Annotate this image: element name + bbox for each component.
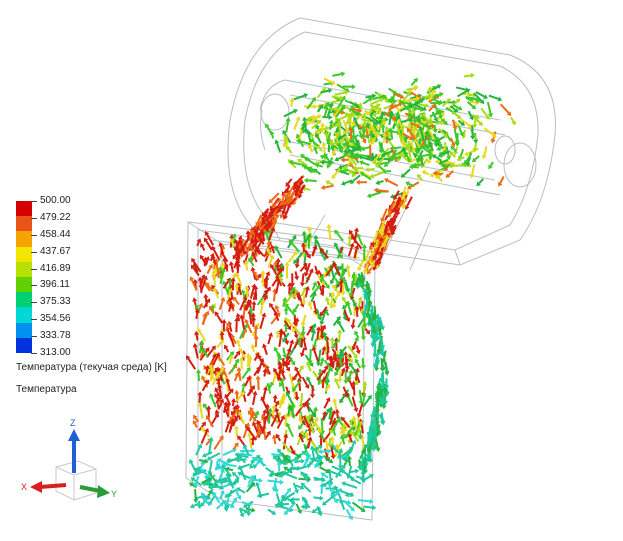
legend-tick-label: 396.11 — [40, 279, 70, 291]
velocity-vectors — [186, 71, 516, 521]
legend-tick-mark — [31, 285, 37, 287]
legend-swatch — [16, 292, 32, 308]
legend-tick-label: 479.22 — [40, 211, 71, 223]
legend-swatch — [16, 337, 32, 353]
legend-swatch — [16, 246, 32, 262]
axis-triad[interactable]: Z X Y — [18, 415, 123, 510]
z-axis-arrow — [68, 429, 80, 473]
legend-tick-label: 458.44 — [40, 228, 71, 240]
legend-swatch — [16, 216, 32, 232]
legend-tick-mark — [31, 319, 37, 321]
legend-tick-label: 375.33 — [40, 296, 71, 308]
color-scale-bar — [16, 201, 32, 353]
legend-tick-label: 354.56 — [40, 313, 71, 325]
legend-swatch — [16, 276, 32, 293]
legend-tick-mark — [31, 302, 37, 304]
temperature-legend: 500.00 479.22 458.44 437.67 416.89 396.11 375.… — [14, 195, 174, 359]
legend-tick-mark — [31, 234, 37, 236]
legend-tick-label: 437.67 — [40, 245, 71, 257]
legend-tick-label: 333.78 — [40, 330, 71, 342]
plot-name: Температура — [16, 384, 77, 395]
x-axis-arrow — [30, 481, 67, 493]
legend-tick-label: 416.89 — [40, 262, 71, 274]
legend-tick-mark — [31, 353, 37, 354]
legend-tick-mark — [31, 201, 37, 202]
legend-swatch — [16, 261, 32, 277]
legend-title: Температура (текучая среда) [K] — [16, 362, 167, 373]
x-axis-label: X — [21, 482, 27, 492]
legend-tick-mark — [31, 268, 37, 270]
legend-tick-mark — [31, 251, 37, 253]
legend-swatch — [16, 322, 32, 338]
legend-swatch — [16, 201, 32, 217]
legend-tick-mark — [31, 217, 37, 219]
y-axis-label: Y — [111, 489, 117, 499]
legend-tick-label: 313.00 — [40, 347, 71, 358]
legend-tick-label: 500.00 — [40, 195, 71, 206]
legend-tick-mark — [31, 336, 37, 338]
z-axis-label: Z — [70, 418, 76, 428]
legend-swatch — [16, 307, 32, 323]
legend-swatch — [16, 231, 32, 247]
y-axis-arrow — [79, 485, 110, 498]
